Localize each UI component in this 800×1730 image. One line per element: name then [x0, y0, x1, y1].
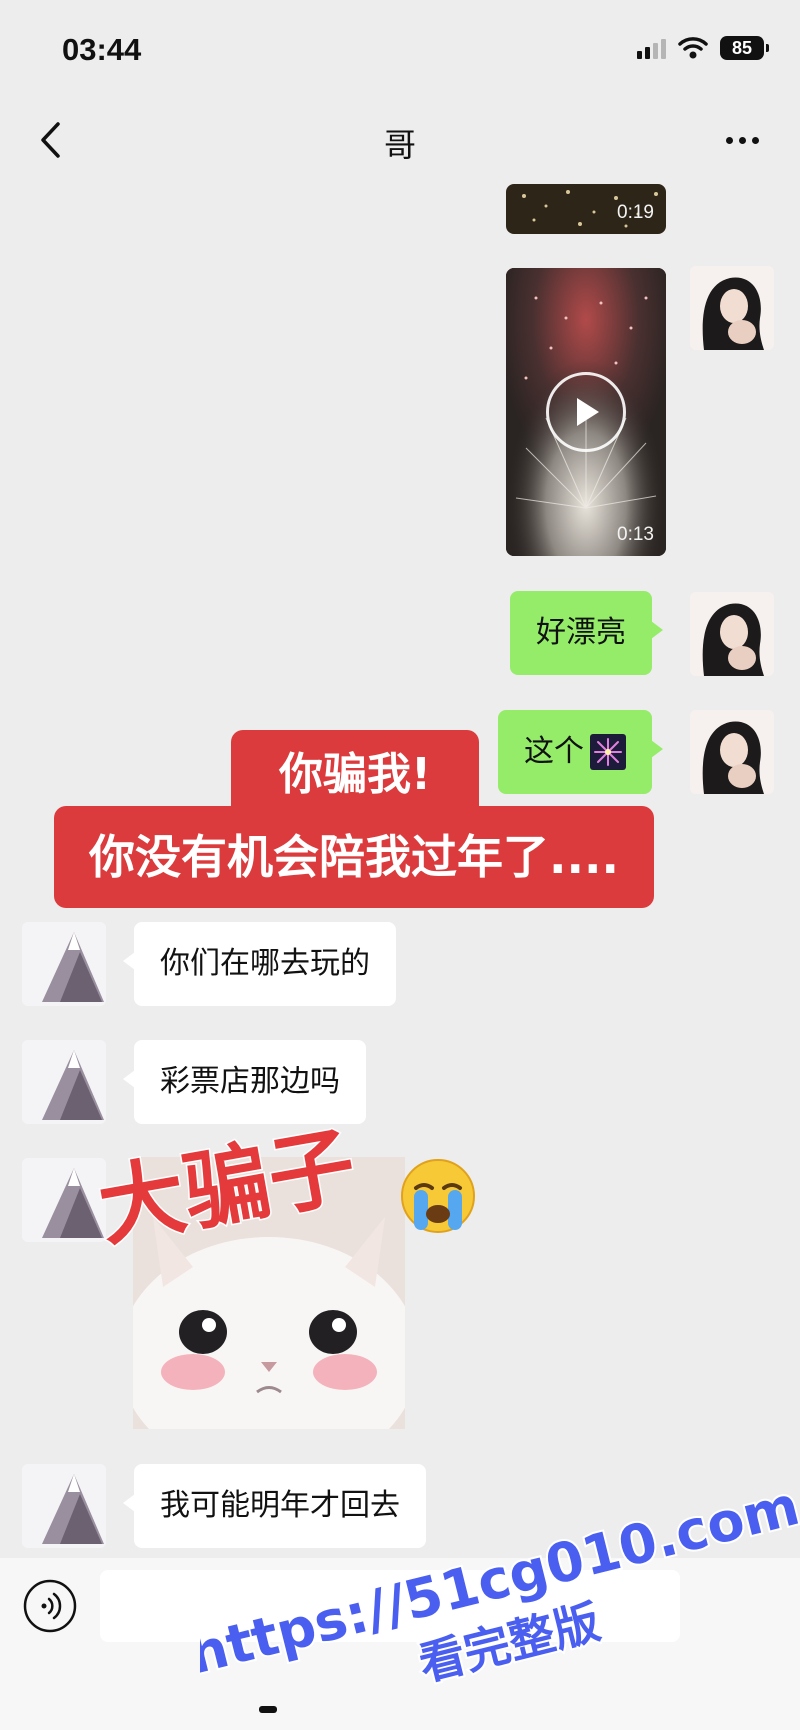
avatar-image — [690, 710, 774, 794]
cellular-signal-icon — [637, 37, 666, 59]
message-text: 彩票店那边吗 — [160, 1064, 340, 1099]
self-avatar[interactable] — [690, 266, 774, 350]
avatar-image — [22, 922, 106, 1006]
more-dot-icon — [738, 136, 746, 144]
avatar-image — [690, 266, 774, 350]
status-time: 03:44 — [62, 32, 142, 67]
avatar-image — [22, 1040, 106, 1124]
status-bar: 03:44 85 — [0, 0, 800, 100]
play-button[interactable] — [546, 372, 626, 452]
more-options-button[interactable] — [714, 114, 770, 166]
avatar-image — [690, 592, 774, 676]
message-text: 你们在哪去玩的 — [160, 946, 370, 981]
video-duration: 0:13 — [617, 524, 654, 545]
watermark: https://51cg010.com 看完整版 — [200, 1480, 800, 1693]
avatar-image — [22, 1464, 106, 1548]
voice-icon — [23, 1579, 77, 1633]
fireworks-emoji-icon — [590, 734, 626, 770]
contact-avatar[interactable] — [22, 1040, 106, 1124]
status-icons: 85 — [637, 36, 769, 60]
crying-face-emoji-icon — [401, 1159, 475, 1233]
video-duration: 0:19 — [617, 202, 654, 223]
message-text: 这个 — [524, 734, 584, 769]
received-message-bubble[interactable]: 你们在哪去玩的 — [123, 922, 396, 1006]
play-icon — [577, 398, 599, 426]
contact-avatar[interactable] — [22, 922, 106, 1006]
caption-line-2: 你没有机会陪我过年了.... — [54, 806, 654, 908]
self-avatar[interactable] — [690, 592, 774, 676]
video-message[interactable]: 0:13 — [506, 268, 666, 556]
chat-title: 哥 — [383, 126, 416, 164]
message-text: 好漂亮 — [536, 615, 626, 650]
sent-message-bubble[interactable]: 好漂亮 — [510, 591, 663, 675]
voice-input-button[interactable] — [22, 1578, 78, 1634]
wifi-icon — [678, 37, 708, 59]
self-avatar[interactable] — [690, 710, 774, 794]
more-dot-icon — [751, 136, 759, 144]
more-dot-icon — [725, 136, 733, 144]
video-message[interactable]: 0:19 — [506, 184, 666, 234]
chat-header: 哥 — [0, 100, 800, 184]
contact-avatar[interactable] — [22, 1464, 106, 1548]
received-message-bubble[interactable]: 彩票店那边吗 — [123, 1040, 366, 1124]
battery-icon: 85 — [720, 36, 769, 60]
sent-message-bubble[interactable]: 这个 — [498, 710, 663, 794]
